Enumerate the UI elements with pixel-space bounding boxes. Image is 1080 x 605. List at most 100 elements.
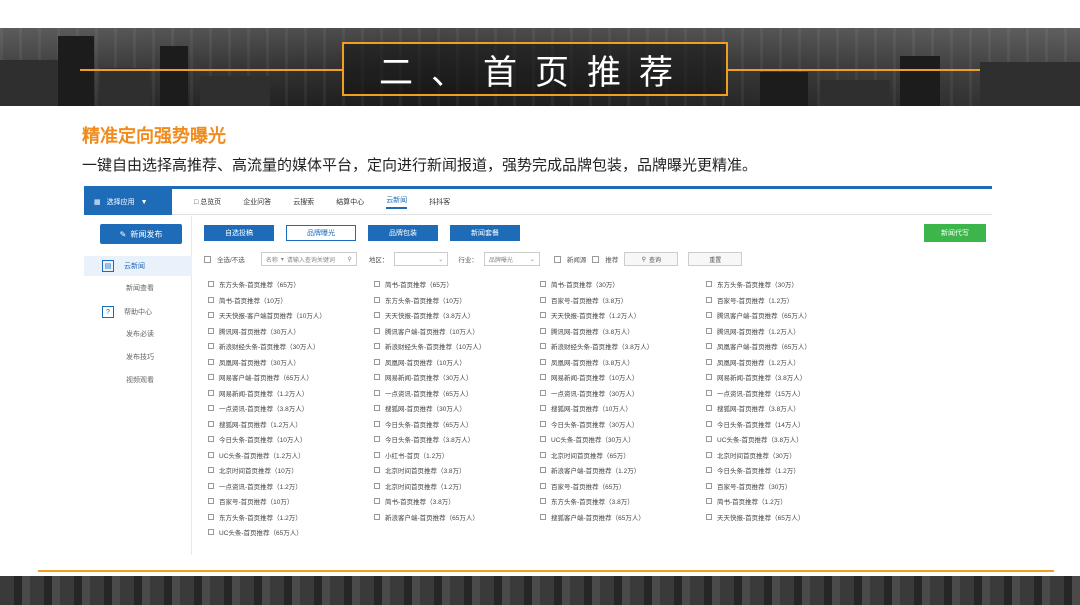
media-option[interactable]: 百家号-首页推荐（3.8万） (540, 294, 627, 306)
media-option[interactable]: 一点资讯-首页推荐（30万人） (540, 387, 638, 399)
media-option[interactable]: 网易新闻-首页推荐（30万人） (374, 371, 472, 383)
media-option[interactable]: 搜狐网-首页推荐（1.2万人） (208, 418, 302, 430)
tab-self-submit[interactable]: 自选投稿 (204, 225, 274, 241)
media-checkbox[interactable] (540, 498, 546, 504)
media-option[interactable]: 天天快报-客户端首页推荐（10万人） (208, 309, 326, 321)
search-input[interactable]: 名称 ▾ 请输入查询关键词 ⚲ (260, 252, 357, 266)
media-checkbox[interactable] (374, 296, 380, 303)
media-option[interactable]: 东方头条-首页推荐（30万） (706, 278, 798, 290)
reset-button[interactable]: 重置 (688, 252, 743, 266)
media-checkbox[interactable] (706, 498, 712, 504)
app-select-dropdown[interactable]: ▦ 选择应用 ▼ (84, 189, 172, 215)
nav-qa[interactable]: 企业问答 (243, 197, 271, 207)
media-option[interactable]: 今日头条-首页推荐（30万人） (540, 418, 638, 430)
media-option[interactable]: 天天快报-首页推荐（3.8万人） (374, 309, 474, 321)
media-checkbox[interactable] (208, 513, 214, 520)
media-option[interactable]: 一点资讯-首页推荐（65万人） (374, 387, 472, 399)
media-option[interactable]: 百家号-首页推荐（10万） (208, 495, 293, 507)
media-option[interactable]: 东方头条-首页推荐（65万） (208, 278, 300, 290)
media-checkbox[interactable] (374, 358, 380, 365)
media-checkbox[interactable] (208, 312, 214, 318)
media-checkbox[interactable] (540, 436, 546, 442)
media-option[interactable]: UC头条-首页推荐（1.2万人） (208, 449, 305, 461)
media-option[interactable]: 新浪财经头条-首页推荐（10万人） (374, 340, 485, 352)
publish-news-button[interactable]: ✎ 新闻发布 (100, 224, 182, 244)
media-option[interactable]: 今日头条-首页推荐（3.8万人） (374, 433, 474, 445)
tab-news-package[interactable]: 新闻套餐 (450, 225, 520, 241)
media-option[interactable]: 凤凰网-首页推荐（1.2万人） (706, 356, 800, 368)
media-option[interactable]: 网易新闻-首页推荐（10万人） (540, 371, 638, 383)
media-option[interactable]: 北京时间首页推荐（3.8万） (374, 464, 466, 476)
media-option[interactable]: 新浪客户端-首页推荐（65万人） (374, 511, 479, 523)
media-option[interactable]: 北京时间首页推荐（30万） (706, 449, 796, 461)
media-checkbox[interactable] (374, 513, 380, 520)
media-option[interactable]: 搜狐客户端-首页推荐（65万人） (540, 511, 645, 523)
sidebar-item-tips[interactable]: 发布技巧 (84, 347, 192, 367)
media-checkbox[interactable] (374, 482, 380, 489)
media-option[interactable]: 新浪客户端-首页推荐（1.2万） (540, 464, 640, 476)
media-option[interactable]: 东方头条-首页推荐（1.2万） (208, 511, 302, 523)
media-option[interactable]: 网易新闻-首页推荐（3.8万人） (706, 371, 806, 383)
media-checkbox[interactable] (540, 405, 546, 411)
media-option[interactable]: 网易新闻-首页推荐（1.2万人） (208, 387, 308, 399)
tab-brand-exposure[interactable]: 品牌曝光 (286, 225, 356, 241)
media-checkbox[interactable] (374, 327, 380, 334)
nav-settlement[interactable]: 结算中心 (336, 197, 364, 207)
media-option[interactable]: 北京时间首页推荐（10万） (208, 464, 298, 476)
media-option[interactable]: UC头条-首页推荐（65万人） (208, 526, 303, 538)
media-option[interactable]: 今日头条-首页推荐（1.2万） (706, 464, 800, 476)
media-checkbox[interactable] (374, 312, 380, 318)
media-checkbox[interactable] (208, 467, 214, 473)
media-option[interactable]: 简书-首页推荐（1.2万） (706, 495, 787, 507)
media-option[interactable]: 东方头条-首页推荐（10万） (374, 294, 466, 306)
media-checkbox[interactable] (706, 420, 712, 427)
media-checkbox[interactable] (706, 374, 712, 380)
media-option[interactable]: 新浪财经头条-首页推荐（3.8万人） (540, 340, 653, 352)
nav-search[interactable]: 云搜索 (293, 197, 314, 207)
media-checkbox[interactable] (706, 358, 712, 365)
media-option[interactable]: 网易客户端-首页推荐（65万人） (208, 371, 313, 383)
media-option[interactable]: 搜狐网-首页推荐（30万人） (374, 402, 466, 414)
media-option[interactable]: 腾讯客户端-首页推荐（10万人） (374, 325, 479, 337)
media-checkbox[interactable] (540, 513, 546, 520)
media-checkbox[interactable] (540, 374, 546, 380)
media-checkbox[interactable] (374, 374, 380, 380)
recommend-checkbox[interactable] (592, 255, 600, 263)
media-option[interactable]: 简书-首页推荐（10万） (208, 294, 287, 306)
media-option[interactable]: 今日头条-首页推荐（14万人） (706, 418, 804, 430)
media-checkbox[interactable] (208, 327, 214, 334)
media-option[interactable]: 凤凰客户端-首页推荐（65万人） (706, 340, 811, 352)
sidebar-item-must-read[interactable]: 发布必读 (84, 324, 192, 344)
media-checkbox[interactable] (374, 467, 380, 473)
media-checkbox[interactable] (374, 281, 380, 287)
media-option[interactable]: 今日头条-首页推荐（65万人） (374, 418, 472, 430)
sidebar-item-cloud-news[interactable]: ▤ 云新闻 (84, 256, 192, 276)
media-option[interactable]: 新浪财经头条-首页推荐（30万人） (208, 340, 319, 352)
media-option[interactable]: 简书-首页推荐（3.8万） (374, 495, 455, 507)
media-checkbox[interactable] (540, 451, 546, 458)
media-checkbox[interactable] (540, 482, 546, 489)
media-option[interactable]: 小红书-首页（1.2万） (374, 449, 448, 461)
sidebar-item-news-view[interactable]: 新闻查看 (84, 278, 192, 298)
tab-brand-packaging[interactable]: 品牌包装 (368, 225, 438, 241)
media-option[interactable]: 搜狐网-首页推荐（10万人） (540, 402, 632, 414)
media-option[interactable]: 腾讯网-首页推荐（1.2万人） (706, 325, 800, 337)
media-checkbox[interactable] (208, 296, 214, 303)
media-option[interactable]: 凤凰网-首页推荐（10万人） (374, 356, 466, 368)
industry-select[interactable]: 品牌曝光 ⌄ (483, 252, 540, 266)
nav-doukou[interactable]: 抖抖客 (429, 197, 450, 207)
media-checkbox[interactable] (374, 405, 380, 411)
media-option[interactable]: 北京时间首页推荐（65万） (540, 449, 630, 461)
media-checkbox[interactable] (540, 296, 546, 303)
media-checkbox[interactable] (374, 420, 380, 427)
media-option[interactable]: 腾讯网-首页推荐（3.8万人） (540, 325, 634, 337)
media-option[interactable]: 今日头条-首页推荐（10万人） (208, 433, 306, 445)
nav-news[interactable]: 云新闻 (386, 195, 408, 209)
media-option[interactable]: 搜狐网-首页推荐（3.8万人） (706, 402, 800, 414)
media-checkbox[interactable] (540, 467, 546, 473)
media-checkbox[interactable] (706, 405, 712, 411)
select-all-checkbox[interactable] (204, 255, 211, 263)
media-option[interactable]: 简书-首页推荐（65万） (374, 278, 453, 290)
media-checkbox[interactable] (208, 358, 214, 365)
media-checkbox[interactable] (706, 343, 712, 349)
